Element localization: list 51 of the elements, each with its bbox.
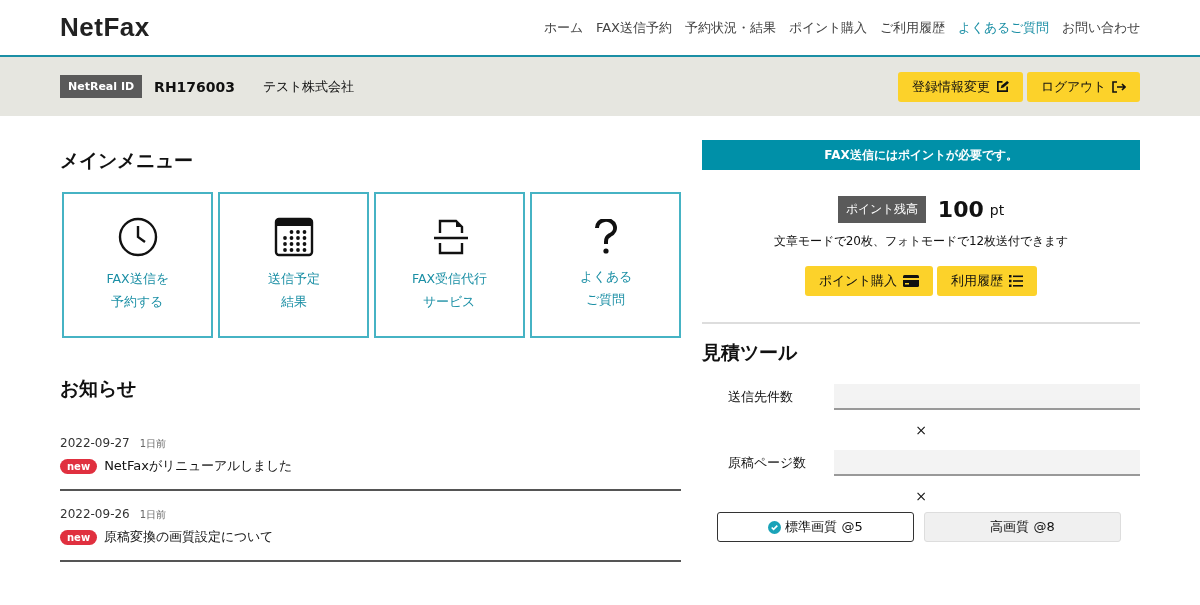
news-age: 1日前: [139, 508, 167, 522]
menu-card[interactable]: 送信予定 結果: [218, 192, 369, 338]
quality-option[interactable]: 高画質 @8: [924, 512, 1121, 542]
section-heading: お知らせ: [60, 376, 137, 401]
clock-icon: [117, 217, 158, 257]
logout-icon: [1112, 80, 1126, 93]
menu-card[interactable]: FAX受信代行 サービス: [374, 192, 525, 338]
nav-link[interactable]: 予約状況・結果: [685, 18, 776, 37]
menu-card[interactable]: FAX送信を 予約する: [62, 192, 213, 338]
news-title[interactable]: NetFaxがリニューアルしました: [104, 457, 292, 475]
check-icon: [768, 520, 782, 534]
nav-link[interactable]: ホーム: [543, 18, 583, 37]
usage-history-button[interactable]: 利用履歴: [937, 266, 1037, 296]
multiply-sign: ×: [914, 422, 928, 438]
section-heading: 見積ツール: [702, 340, 798, 365]
new-badge: new: [60, 529, 98, 545]
new-badge: new: [60, 458, 98, 474]
points-note: 文章モードで20枚、フォトモードで12枚送付できます: [772, 233, 1070, 250]
news-age: 1日前: [139, 437, 167, 451]
balance-label: ポイント残高: [837, 196, 926, 223]
balance-unit: pt: [989, 201, 1005, 218]
multiply-sign: ×: [914, 488, 928, 504]
field-label: 原稿ページ数: [728, 454, 807, 472]
company-name: テスト株式会社: [263, 77, 355, 96]
edit-profile-button[interactable]: 登録情報変更: [898, 71, 1023, 102]
news-title[interactable]: 原稿変換の画質設定について: [104, 528, 274, 546]
buy-points-button[interactable]: ポイント購入: [805, 266, 933, 296]
news-date: 2022-09-27: [60, 436, 130, 450]
news-date: 2022-09-26: [60, 507, 130, 521]
netfax-logo[interactable]: NetFax: [60, 12, 150, 43]
quality-option[interactable]: 標準画質 @5: [717, 512, 914, 542]
id-label: NetReal ID: [60, 75, 143, 98]
nav-link[interactable]: ご利用履歴: [880, 18, 945, 37]
edit-icon: [996, 80, 1009, 93]
balance-value: 100: [937, 197, 984, 222]
field-label: 送信先件数: [728, 388, 794, 406]
menu-card[interactable]: よくある ご質問: [530, 192, 681, 338]
logout-button[interactable]: ログアウト: [1027, 71, 1140, 102]
input-field[interactable]: [834, 384, 1140, 410]
nav-link[interactable]: よくあるご質問: [958, 18, 1049, 37]
points-banner: FAX送信にはポイントが必要です。: [702, 140, 1140, 170]
credit-card-icon: [903, 275, 919, 287]
question-mark-icon: [593, 219, 618, 255]
list-icon: [1009, 275, 1023, 287]
id-value: RH176003: [154, 78, 236, 95]
input-field[interactable]: [834, 450, 1140, 476]
section-heading: メインメニュー: [60, 148, 194, 173]
nav-link[interactable]: ポイント購入: [789, 18, 867, 37]
nav-link[interactable]: お問い合わせ: [1062, 18, 1140, 37]
calendar-icon: [273, 217, 314, 257]
nav-link[interactable]: FAX送信予約: [595, 18, 672, 37]
